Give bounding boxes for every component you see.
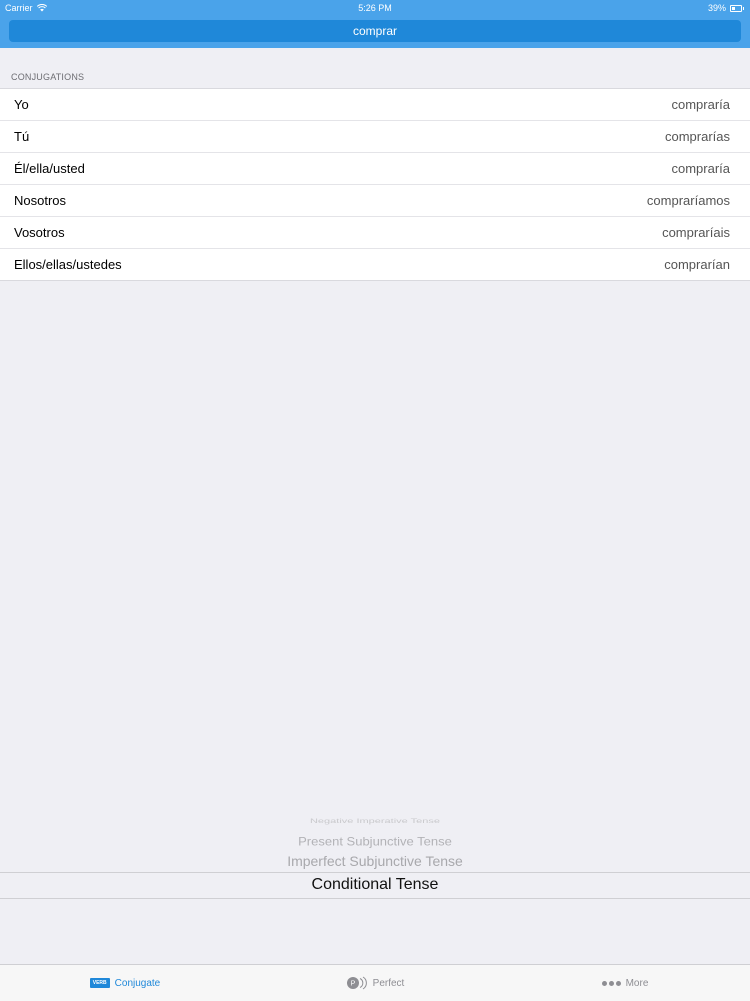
battery-tip	[743, 6, 744, 10]
status-bar: Carrier 5:26 PM 39%	[0, 0, 750, 15]
battery-icon	[730, 4, 742, 12]
perfect-icon: P	[346, 976, 367, 990]
svg-text:P: P	[350, 981, 355, 988]
conjugated-form: comprarían	[664, 257, 730, 272]
conjugated-form: compraría	[671, 161, 730, 176]
conjugation-row[interactable]: Yo compraría	[0, 89, 750, 121]
pronoun-label: Tú	[14, 129, 30, 144]
battery-percent: 39%	[707, 3, 726, 13]
tab-perfect[interactable]: P Perfect	[250, 965, 500, 1001]
status-time: 5:26 PM	[358, 3, 392, 13]
more-dots-icon	[601, 980, 621, 986]
navigation-header: Carrier 5:26 PM 39%	[0, 0, 750, 48]
tab-bar: VERB Conjugate P Perfect More	[0, 964, 750, 1001]
conjugated-form: compraríais	[662, 225, 730, 240]
conjugations-table: Yo compraría Tú comprarías Él/ella/usted…	[0, 88, 750, 281]
conjugation-row[interactable]: Vosotros compraríais	[0, 217, 750, 249]
verb-icon: VERB	[89, 978, 110, 988]
conjugated-form: compraríamos	[646, 193, 730, 208]
status-battery-group: 39%	[708, 3, 744, 13]
conjugation-row[interactable]: Nosotros compraríamos	[0, 185, 750, 217]
battery-level-fill	[732, 6, 735, 10]
pronoun-label: Él/ella/usted	[14, 161, 85, 176]
pronoun-label: Vosotros	[14, 225, 65, 240]
conjugated-form: comprarías	[664, 129, 730, 144]
picker-option[interactable]: Imperfect Subjunctive Tense	[0, 853, 750, 869]
conjugated-form: compraría	[671, 97, 730, 112]
picker-option[interactable]: Present Subjunctive Tense	[0, 835, 750, 849]
conjugation-row[interactable]: Ellos/ellas/ustedes comprarían	[0, 249, 750, 280]
tab-label: Conjugate	[114, 977, 161, 989]
verb-search-input[interactable]	[9, 20, 741, 42]
pronoun-label: Yo	[14, 97, 29, 112]
conjugation-row[interactable]: Él/ella/usted compraría	[0, 153, 750, 185]
tab-more[interactable]: More	[500, 965, 750, 1001]
conjugation-row[interactable]: Tú comprarías	[0, 121, 750, 153]
tab-label: More	[625, 977, 649, 989]
tab-conjugate[interactable]: VERB Conjugate	[0, 965, 250, 1001]
picker-option[interactable]: Negative Imperative Tense	[0, 818, 750, 825]
picker-selected-option[interactable]: Conditional Tense	[0, 876, 750, 894]
pronoun-label: Ellos/ellas/ustedes	[14, 257, 122, 272]
tab-label: Perfect	[372, 977, 405, 989]
pronoun-label: Nosotros	[14, 193, 67, 208]
conjugations-section-header: CONJUGATIONS	[11, 72, 85, 82]
tense-picker[interactable]: Negative Imperative Tense Present Subjun…	[0, 816, 750, 904]
